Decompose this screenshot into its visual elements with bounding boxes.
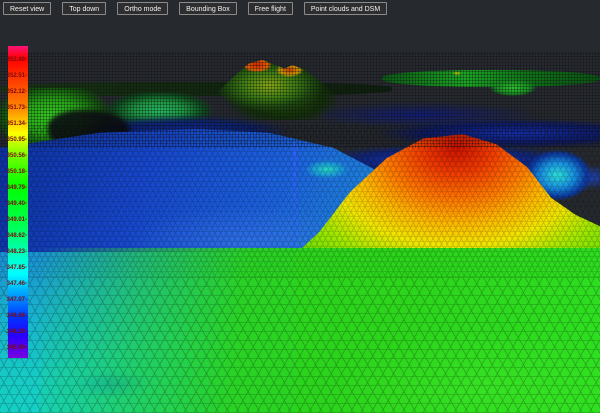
colorbar-tick-label: 350.18 (0, 169, 27, 176)
wireframe-mesh-overlay-near (0, 277, 600, 413)
colorbar-tick-label: 349.79 (0, 185, 27, 192)
point-cloud-dots-overlay (0, 52, 600, 148)
colorbar-tick-label: 348.62 (0, 233, 27, 240)
colorbar-tick-label: 352.51 (0, 73, 27, 80)
colorbar-tick-label: 352.12 (0, 89, 27, 96)
colorbar-tick-label: 346.68 (0, 313, 27, 320)
colorbar-tick-label: 349.01 (0, 217, 27, 224)
colorbar-tick-label: 350.95 (0, 137, 27, 144)
free-flight-button[interactable]: Free flight (248, 2, 293, 15)
colorbar-tick-label: 345.90 (0, 345, 27, 352)
colorbar-tick-label: 352.89 (0, 57, 27, 64)
viewport-3d[interactable] (0, 0, 600, 413)
point-clouds-dsm-button[interactable]: Point clouds and DSM (304, 2, 387, 15)
colorbar-ticks: 352.89352.51352.12351.73351.34350.95350.… (8, 46, 28, 358)
colorbar-tick-label: 351.34 (0, 121, 27, 128)
dsm-viewer-window: 352.89 352.51 352.12 351.73 351.34 350.95 350.… (0, 0, 600, 413)
colorbar-tick-label: 351.73 (0, 105, 27, 112)
toolbar: Reset view Top down Ortho mode Bounding … (3, 2, 398, 15)
colorbar-tick-label: 347.07 (0, 297, 27, 304)
colorbar-tick-label: 350.56 (0, 153, 27, 160)
colorbar-tick-label: 347.85 (0, 265, 27, 272)
top-down-button[interactable]: Top down (62, 2, 106, 15)
colorbar-tick-label: 348.23 (0, 249, 27, 256)
bounding-box-button[interactable]: Bounding Box (179, 2, 237, 15)
colorbar-tick-label: 347.46 (0, 281, 27, 288)
colorbar-tick-label: 346.29 (0, 329, 27, 336)
reset-view-button[interactable]: Reset view (3, 2, 51, 15)
colorbar-tick-label: 349.40 (0, 201, 27, 208)
ortho-mode-button[interactable]: Ortho mode (117, 2, 168, 15)
